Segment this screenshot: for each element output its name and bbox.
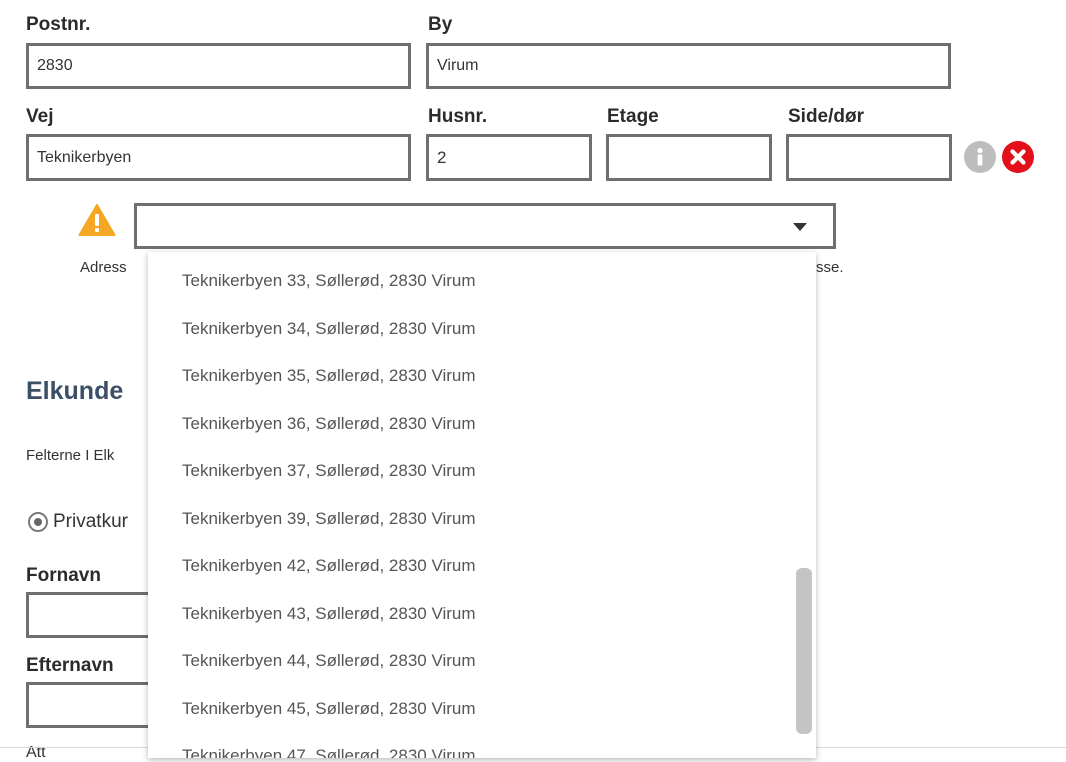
list-item[interactable]: Teknikerbyen 36, Søllerød, 2830 Virum <box>182 414 476 434</box>
list-item[interactable]: Teknikerbyen 47, Søllerød, 2830 Virum <box>182 746 476 758</box>
close-icon[interactable] <box>1002 141 1034 173</box>
info-icon[interactable] <box>964 141 996 173</box>
section-description: Felterne I Elk <box>26 447 115 464</box>
by-label: By <box>428 14 453 35</box>
hint-text-left: Adress <box>80 259 127 276</box>
efternavn-label: Efternavn <box>26 655 114 676</box>
radio-dot-icon <box>34 518 42 526</box>
hint-text-right: sse. <box>816 259 844 276</box>
list-item[interactable]: Teknikerbyen 37, Søllerød, 2830 Virum <box>182 461 476 481</box>
vej-input[interactable] <box>26 134 411 181</box>
etage-label: Etage <box>607 106 659 127</box>
etage-input[interactable] <box>606 134 772 181</box>
list-item[interactable]: Teknikerbyen 42, Søllerød, 2830 Virum <box>182 556 476 576</box>
postnr-label: Postnr. <box>26 14 91 35</box>
list-item[interactable]: Teknikerbyen 45, Søllerød, 2830 Virum <box>182 699 476 719</box>
by-input[interactable] <box>426 43 951 89</box>
privatkunde-label: Privatkur <box>53 511 128 532</box>
list-item[interactable]: Teknikerbyen 35, Søllerød, 2830 Virum <box>182 366 476 386</box>
list-item[interactable]: Teknikerbyen 34, Søllerød, 2830 Virum <box>182 319 476 339</box>
husnr-label: Husnr. <box>428 106 488 127</box>
list-item[interactable]: Teknikerbyen 33, Søllerød, 2830 Virum <box>182 271 476 291</box>
list-item[interactable]: Teknikerbyen 44, Søllerød, 2830 Virum <box>182 651 476 671</box>
list-item[interactable]: Teknikerbyen 43, Søllerød, 2830 Virum <box>182 604 476 624</box>
fornavn-label: Fornavn <box>26 565 101 586</box>
privatkunde-radio[interactable] <box>28 512 48 532</box>
address-select[interactable] <box>134 203 836 249</box>
husnr-input[interactable] <box>426 134 592 181</box>
caret-down-icon <box>793 223 807 231</box>
vej-label: Vej <box>26 106 54 127</box>
list-item[interactable]: Teknikerbyen 39, Søllerød, 2830 Virum <box>182 509 476 529</box>
warning-icon <box>78 203 116 237</box>
dropdown-scrollbar[interactable] <box>796 568 812 734</box>
side-label: Side/dør <box>788 106 865 127</box>
postnr-input[interactable] <box>26 43 411 89</box>
address-dropdown-list[interactable]: Teknikerbyen 33, Søllerød, 2830 Virum Te… <box>148 252 816 758</box>
side-input[interactable] <box>786 134 952 181</box>
section-title: Elkunde <box>26 377 124 405</box>
